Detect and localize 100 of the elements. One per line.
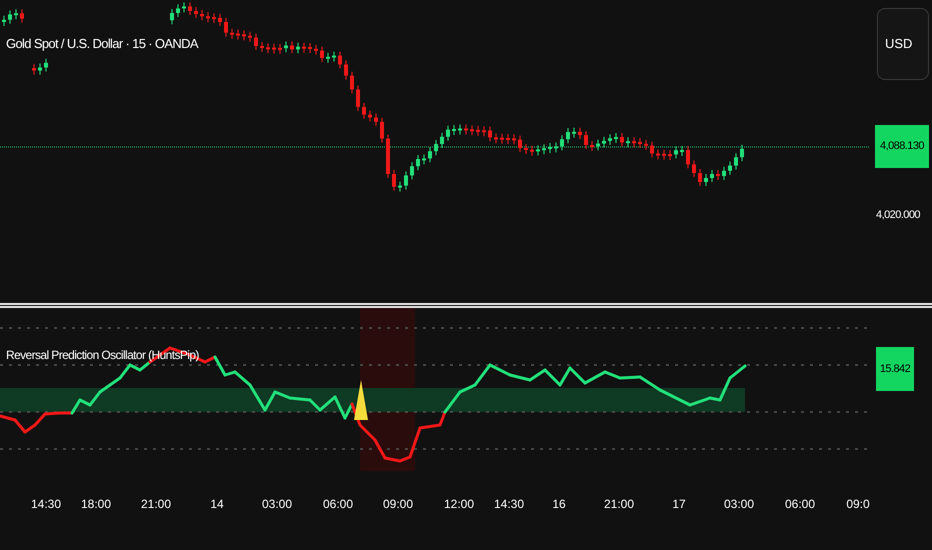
candle	[470, 124, 474, 136]
candle	[716, 170, 720, 180]
candle	[188, 2, 192, 16]
candle	[212, 12, 216, 24]
candle	[38, 63, 42, 76]
candle	[572, 127, 576, 138]
candle	[182, 2, 186, 13]
candle	[698, 168, 702, 186]
time-axis-label: 21:00	[140, 496, 172, 513]
candle	[668, 150, 672, 161]
candle	[530, 145, 534, 156]
candle	[650, 141, 654, 158]
candle	[278, 43, 282, 54]
candle	[332, 51, 336, 62]
candle	[614, 132, 618, 144]
candle	[368, 110, 372, 122]
candle	[344, 60, 348, 80]
candle	[8, 10, 12, 24]
candle	[338, 51, 342, 69]
candle	[428, 146, 432, 163]
candle	[236, 29, 240, 40]
candle	[554, 142, 558, 153]
time-axis-label: 21:00	[604, 496, 634, 513]
candle	[194, 6, 198, 18]
candle	[206, 12, 210, 23]
candle	[704, 174, 708, 186]
candle	[434, 140, 438, 156]
candle	[500, 133, 504, 144]
time-axis-label: 09:0	[846, 496, 870, 513]
candle	[680, 146, 684, 156]
candle	[476, 125, 480, 136]
candle	[14, 8, 18, 20]
candle	[248, 31, 252, 42]
time-axis-label: 12:00	[444, 496, 474, 513]
time-axis-label: 17	[672, 496, 686, 513]
candle	[254, 33, 258, 50]
time-axis-label: 14	[210, 496, 224, 513]
candle	[536, 144, 540, 156]
candle	[602, 136, 606, 148]
candle	[320, 46, 324, 62]
candle	[488, 126, 492, 142]
candle	[482, 126, 486, 137]
candle	[578, 127, 582, 140]
candle	[710, 170, 714, 182]
candle	[584, 130, 588, 150]
candle	[290, 41, 294, 54]
candle	[740, 144, 744, 162]
candle	[560, 134, 564, 151]
time-axis-label: 18:00	[80, 496, 112, 513]
time-axis-label: 14:30	[30, 496, 62, 513]
candle	[242, 30, 246, 41]
candle	[458, 124, 462, 135]
candle	[722, 166, 726, 180]
candle	[542, 144, 546, 155]
candle	[272, 43, 276, 54]
candle	[518, 135, 522, 152]
candle	[452, 124, 456, 136]
candle	[608, 134, 612, 146]
time-axis-label: 14:30	[494, 496, 524, 513]
candle	[662, 149, 666, 160]
candle	[512, 134, 516, 145]
candle	[728, 161, 732, 176]
candle	[524, 144, 528, 154]
candle	[296, 42, 300, 54]
triangle-signal-icon	[354, 380, 368, 420]
candle	[170, 8, 174, 25]
candle	[464, 124, 468, 135]
time-axis-label: 16	[552, 496, 566, 513]
candle	[218, 13, 222, 26]
candle	[410, 162, 414, 180]
candle	[44, 58, 48, 72]
currency-button[interactable]: USD	[877, 8, 929, 80]
candle	[566, 128, 570, 144]
candle	[440, 132, 444, 148]
candle	[362, 102, 366, 120]
candle	[656, 149, 660, 160]
time-axis-label: 03:00	[724, 496, 754, 513]
candle	[302, 42, 306, 54]
candle	[176, 4, 180, 18]
time-axis-label: 06:00	[322, 496, 354, 513]
candle	[644, 139, 648, 150]
candle	[632, 136, 636, 148]
candle	[404, 170, 408, 190]
time-axis-label: 03:00	[262, 496, 292, 513]
candle	[350, 71, 354, 94]
candle	[734, 152, 738, 170]
candle	[596, 139, 600, 151]
time-axis-label: 06:00	[784, 496, 816, 513]
candle	[674, 146, 678, 159]
candle	[620, 132, 624, 147]
symbol-title: Gold Spot / U.S. Dollar · 15 · OANDA	[6, 35, 198, 53]
candle	[638, 138, 642, 148]
candle	[416, 154, 420, 171]
candle	[626, 136, 630, 148]
candle	[446, 125, 450, 142]
candle	[380, 117, 384, 144]
candle	[224, 18, 228, 38]
candle	[386, 134, 390, 178]
candle	[230, 28, 234, 40]
candle	[266, 42, 270, 54]
